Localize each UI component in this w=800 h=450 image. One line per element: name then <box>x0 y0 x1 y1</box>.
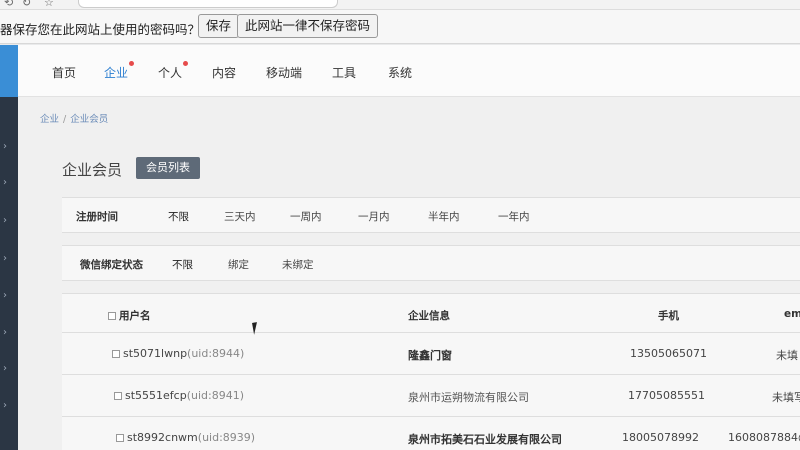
breadcrumb-separator: / <box>63 114 67 125</box>
header-phone: 手机 <box>658 310 679 322</box>
cell-phone: 17705085551 <box>628 389 705 402</box>
header-username: 用户名 <box>108 308 151 323</box>
table-row: st5551efcp(uid:8941) 泉州市运朔物流有限公司 1770508… <box>62 375 800 417</box>
filter-option[interactable]: 不限 <box>168 209 189 224</box>
row-checkbox[interactable] <box>114 392 122 400</box>
page-title: 企业会员 <box>62 161 123 179</box>
sidebar: › › › › › › › › <box>0 45 18 450</box>
chevron-right-icon[interactable]: › <box>3 177 7 188</box>
chevron-right-icon[interactable]: › <box>3 363 7 374</box>
filter-option[interactable]: 不限 <box>172 257 193 272</box>
never-save-button[interactable]: 此网站一律不保存密码 <box>237 14 379 38</box>
row-checkbox[interactable] <box>112 350 120 358</box>
cell-username: st8992cnwm(uid:8939) <box>116 431 255 444</box>
filter-label: 注册时间 <box>76 211 118 223</box>
filter-option[interactable]: 绑定 <box>228 257 249 272</box>
filter-option[interactable]: 一周内 <box>290 209 322 224</box>
cell-phone: 13505065071 <box>630 347 707 360</box>
breadcrumb-enterprise[interactable]: 企业 <box>40 114 59 125</box>
chevron-right-icon[interactable]: › <box>3 290 7 301</box>
nav-enterprise[interactable]: 企业 <box>104 61 135 81</box>
filter-option[interactable]: 未绑定 <box>282 257 314 272</box>
bookmark-star-icon[interactable]: ☆ <box>44 0 54 9</box>
register-time-filter: 注册时间 不限 三天内 一周内 一月内 半年内 一年内 <box>62 197 800 233</box>
filter-label: 微信绑定状态 <box>80 259 143 271</box>
table-row: st8992cnwm(uid:8939) 泉州市拓美石石业发展有限公司 1800… <box>62 417 800 450</box>
cell-phone: 18005078992 <box>622 431 699 444</box>
save-password-prompt: 器保存您在此网站上使用的密码吗？ <box>0 22 201 37</box>
chevron-right-icon[interactable]: › <box>3 327 7 338</box>
chevron-right-icon[interactable]: › <box>3 141 7 152</box>
member-list-button[interactable]: 会员列表 <box>136 157 200 179</box>
nav-home[interactable]: 首页 <box>52 64 76 81</box>
chevron-right-icon[interactable]: › <box>3 253 7 264</box>
table-row: st5071lwnp(uid:8944) 隆鑫门窗 13505065071 未填 <box>62 333 800 375</box>
top-nav: 首页 企业 个人 内容 移动端 工具 系统 <box>18 45 800 97</box>
filter-option[interactable]: 一月内 <box>358 209 390 224</box>
save-password-button[interactable]: 保存 <box>198 14 240 38</box>
filter-option[interactable]: 三天内 <box>224 209 256 224</box>
cell-email: 未填 <box>776 349 798 362</box>
chevron-right-icon[interactable]: › <box>3 215 7 226</box>
wechat-bind-filter: 微信绑定状态 不限 绑定 未绑定 <box>62 245 800 281</box>
back-icon[interactable]: ⟲ <box>4 0 13 9</box>
forward-icon[interactable]: ↻ <box>22 0 31 9</box>
main-content: 企业 / 企业会员 企业会员 会员列表 注册时间 不限 三天内 一周内 一月内 半年… <box>18 97 800 450</box>
address-bar[interactable] <box>78 0 338 8</box>
filter-option[interactable]: 一年内 <box>498 209 530 224</box>
cell-company: 泉州市运朔物流有限公司 <box>408 391 529 404</box>
breadcrumb-enterprise-members[interactable]: 企业会员 <box>70 114 108 125</box>
mouse-cursor-icon <box>252 321 264 335</box>
nav-personal[interactable]: 个人 <box>158 61 189 81</box>
cell-company: 隆鑫门窗 <box>408 349 452 362</box>
nav-tools[interactable]: 工具 <box>332 64 356 81</box>
header-email: em <box>784 308 800 320</box>
notification-dot <box>183 61 189 66</box>
cell-email: 1608087884@ <box>728 431 800 444</box>
cell-email: 未填写 <box>772 391 800 404</box>
breadcrumb: 企业 / 企业会员 <box>40 111 108 125</box>
sidebar-active-block[interactable] <box>0 45 18 97</box>
cell-username: st5071lwnp(uid:8944) <box>112 347 244 360</box>
select-all-checkbox[interactable] <box>108 312 116 320</box>
chevron-right-icon[interactable]: › <box>3 400 7 411</box>
nav-content[interactable]: 内容 <box>212 64 236 81</box>
password-save-bar: 器保存您在此网站上使用的密码吗？ 保存 此网站一律不保存密码 <box>0 10 800 44</box>
row-checkbox[interactable] <box>116 434 124 442</box>
filter-option[interactable]: 半年内 <box>428 209 460 224</box>
nav-mobile[interactable]: 移动端 <box>266 64 302 81</box>
notification-dot <box>129 61 135 66</box>
cell-username: st5551efcp(uid:8941) <box>114 389 244 402</box>
table-header: 用户名 企业信息 手机 em <box>62 293 800 333</box>
browser-toolbar: ⟲ ↻ ☆ <box>0 0 800 10</box>
header-company: 企业信息 <box>408 310 450 322</box>
nav-system[interactable]: 系统 <box>388 64 412 81</box>
cell-company: 泉州市拓美石石业发展有限公司 <box>408 433 562 446</box>
